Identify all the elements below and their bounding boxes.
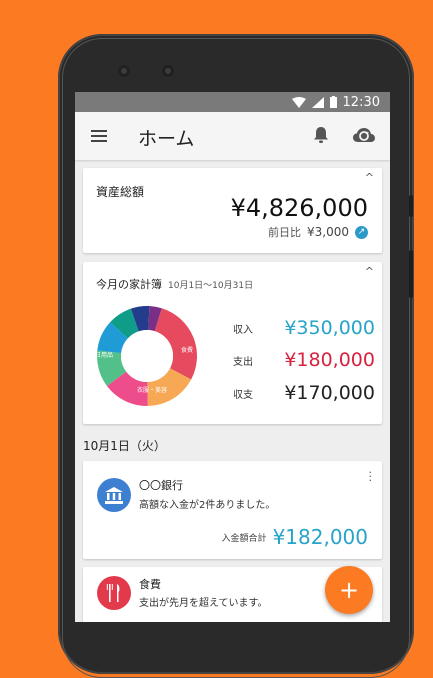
monthly-budget-title: 今月の家計簿 (96, 278, 162, 291)
income-value: ¥350,000 (284, 317, 375, 339)
deposit-total-label: 入金額合計 (221, 533, 267, 544)
monthly-budget-card[interactable]: ^ 今月の家計簿 10月1日〜10月31日 食費日用品衣服・美容 収入 ¥350,… (83, 262, 382, 424)
expense-donut-chart[interactable]: 食費日用品衣服・美容 (95, 304, 199, 408)
status-time: 12:30 (342, 94, 380, 110)
plus-icon: + (338, 576, 360, 604)
food-name: 食費 (139, 578, 161, 591)
monthly-budget-range: 10月1日〜10月31日 (168, 281, 254, 291)
front-camera (118, 65, 130, 77)
balance-label: 収支 (233, 389, 253, 401)
deposit-total-value: ¥182,000 (272, 525, 368, 549)
day-change-label: 前日比 (268, 226, 301, 239)
battery-icon (329, 96, 337, 108)
deposit-total: 入金額合計 ¥182,000 (222, 525, 368, 549)
app-bar: ホーム (75, 112, 390, 160)
signal-icon (311, 96, 324, 108)
day-change-value: ¥3,000 (307, 225, 349, 239)
bank-notification-card[interactable]: · · · 〇〇銀行 高額な入金が2件ありました。 入金額合計 ¥182,000 (83, 461, 382, 559)
expense-row: 支出 ¥180,000 (233, 349, 375, 371)
total-assets-card[interactable]: ^ 資産総額 ¥4,826,000 前日比 ¥3,000 ↗ (83, 168, 382, 253)
date-header: 10月1日（火） (83, 439, 166, 453)
power-button (409, 250, 413, 298)
total-assets-label: 資産総額 (96, 185, 145, 199)
expense-value: ¥180,000 (284, 349, 375, 371)
donut-label-daily: 日用品 (95, 352, 113, 359)
trend-up-icon: ↗ (355, 225, 368, 239)
more-options-icon[interactable]: · · · (369, 467, 373, 486)
balance-value: ¥170,000 (284, 382, 375, 404)
status-bar: 12:30 (75, 92, 390, 112)
income-label: 収入 (233, 324, 253, 336)
collapse-chevron-icon[interactable]: ^ (365, 265, 374, 278)
bank-message: 高額な入金が2件ありました。 (139, 500, 276, 511)
monthly-budget-label: 今月の家計簿 10月1日〜10月31日 (96, 276, 253, 292)
volume-button (409, 195, 413, 217)
bell-icon[interactable] (313, 126, 329, 144)
wifi-icon (291, 96, 306, 108)
front-sensor (162, 65, 174, 77)
cloud-sync-icon[interactable] (352, 125, 376, 145)
collapse-chevron-icon[interactable]: ^ (365, 171, 374, 184)
bank-name: 〇〇銀行 (139, 479, 183, 492)
menu-icon[interactable] (91, 130, 107, 142)
donut-label-food: 食費 (181, 346, 193, 354)
income-row: 収入 ¥350,000 (233, 317, 375, 339)
balance-row: 収支 ¥170,000 (233, 382, 375, 404)
food-message: 支出が先月を超えています。 (139, 598, 268, 609)
fork-knife-icon (97, 576, 131, 610)
expense-label: 支出 (233, 356, 253, 368)
bank-icon (97, 478, 131, 512)
app-screen: 12:30 ホーム ^ 資産総額 ¥4,826,000 前日比 ¥3,000 ↗… (75, 92, 390, 622)
donut-hole (121, 330, 173, 382)
donut-label-clothing: 衣服・美容 (137, 386, 167, 394)
day-change: 前日比 ¥3,000 ↗ (268, 224, 368, 240)
page-title: ホーム (138, 128, 195, 150)
add-button[interactable]: + (325, 566, 373, 614)
total-assets-amount: ¥4,826,000 (230, 194, 368, 222)
